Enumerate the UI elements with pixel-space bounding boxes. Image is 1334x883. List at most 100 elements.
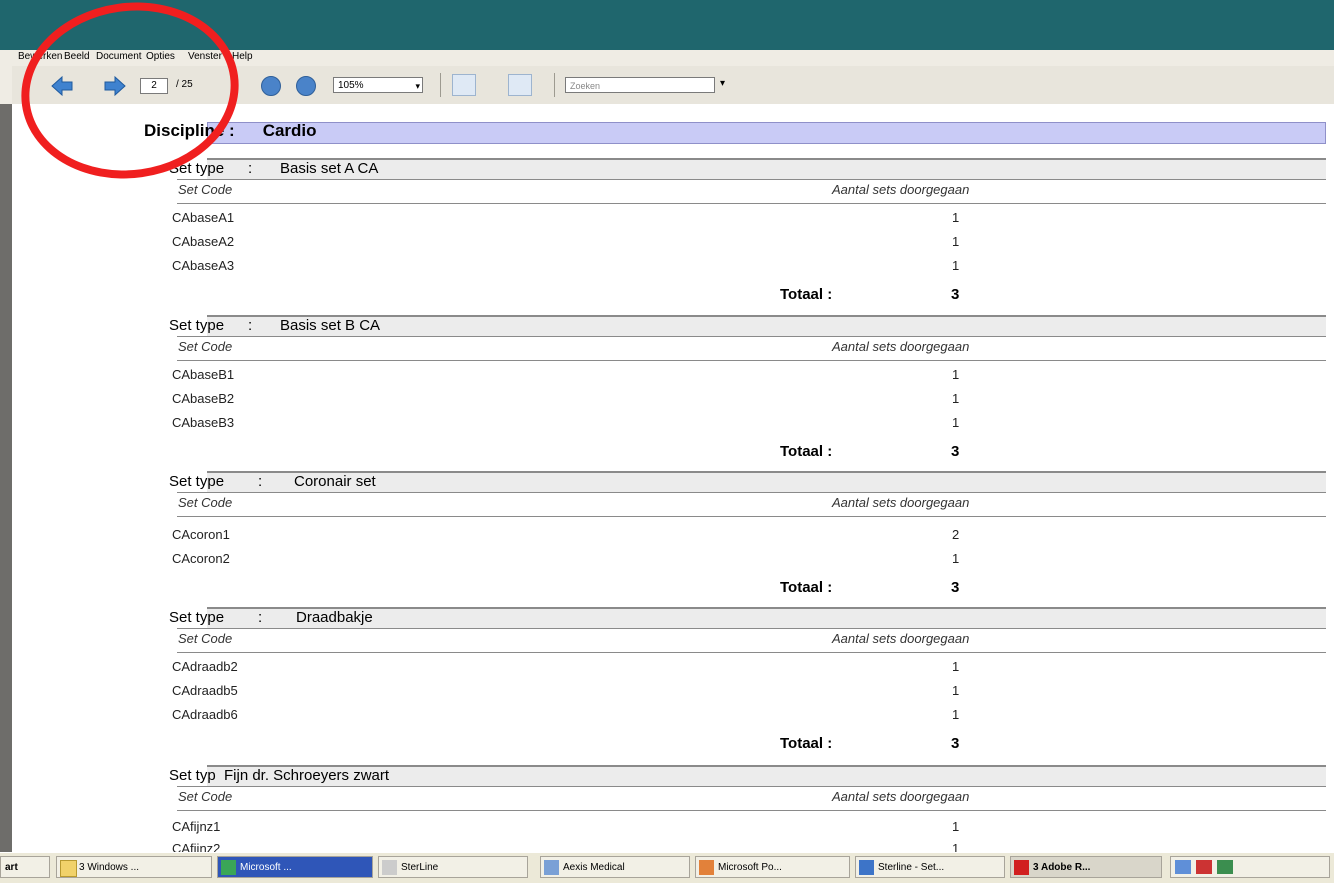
divider xyxy=(177,492,1326,493)
set-count: 1 xyxy=(952,391,960,406)
taskbar-item-sterline[interactable]: SterLine xyxy=(378,856,528,878)
taskbar-item-label: Aexis Medical xyxy=(563,862,625,873)
set-type-sep: : xyxy=(248,317,253,334)
tray-icon[interactable] xyxy=(1216,860,1233,874)
set-type-sep: : xyxy=(248,160,253,177)
menu-venster[interactable]: Venster xyxy=(188,51,222,62)
menu-help[interactable]: Help xyxy=(232,51,253,62)
tray-icon[interactable] xyxy=(1195,860,1212,874)
start-button[interactable]: art xyxy=(0,856,50,878)
set-count: 1 xyxy=(952,819,960,834)
col-count: Aantal sets doorgegaan xyxy=(832,631,970,646)
set-type-label: Set typ xyxy=(169,767,216,784)
set-code: CAcoron2 xyxy=(172,551,230,566)
set-code: CAbaseB1 xyxy=(172,367,235,382)
app-icon xyxy=(221,860,236,875)
set-count: 1 xyxy=(952,234,960,249)
powerpoint-icon xyxy=(699,860,714,875)
zoom-in-icon[interactable] xyxy=(296,76,316,96)
divider xyxy=(177,179,1326,180)
taskbar-item-sterline-set[interactable]: Sterline - Set... xyxy=(855,856,1005,878)
set-type-label: Set type xyxy=(169,317,225,334)
taskbar-item-label: Microsoft Po... xyxy=(718,862,782,873)
fit-width-icon[interactable] xyxy=(452,74,476,96)
taskbar-item-label: SterLine xyxy=(401,862,439,873)
adobe-icon xyxy=(1014,860,1029,875)
toolbar-divider xyxy=(440,73,441,97)
total-value: 3 xyxy=(951,286,960,303)
mail-icon[interactable] xyxy=(1175,860,1191,874)
zoom-value: 105% xyxy=(338,80,364,91)
set-count: 1 xyxy=(952,841,960,852)
set-count: 1 xyxy=(952,415,960,430)
set-type-name: Coronair set xyxy=(294,473,376,490)
taskbar-item-aexis[interactable]: Aexis Medical xyxy=(540,856,690,878)
total-label: Totaal : xyxy=(780,286,833,303)
section-header-band xyxy=(207,607,1326,628)
taskbar-item-adobe[interactable]: 3 Adobe R... xyxy=(1010,856,1162,878)
page-number-input[interactable]: 2 xyxy=(140,78,168,94)
folder-icon xyxy=(60,860,77,877)
divider xyxy=(177,810,1326,811)
menu-bar: nd Bewerken Beeld Document Opties Venste… xyxy=(0,50,1334,66)
taskbar-item-microsoft[interactable]: Microsoft ... xyxy=(217,856,373,878)
divider xyxy=(177,336,1326,337)
menu-bewerken[interactable]: Bewerken xyxy=(18,51,62,62)
next-page-icon[interactable] xyxy=(103,75,127,97)
set-count: 1 xyxy=(952,659,960,674)
previous-page-icon[interactable] xyxy=(50,75,74,97)
col-set-code: Set Code xyxy=(178,495,233,510)
set-type-label: Set type xyxy=(169,160,225,177)
set-code: CAbaseA3 xyxy=(172,258,235,273)
set-type-name: Basis set A CA xyxy=(280,160,379,177)
zoom-out-icon[interactable] xyxy=(261,76,281,96)
app-icon xyxy=(382,860,397,875)
taskbar-item-powerpoint[interactable]: Microsoft Po... xyxy=(695,856,850,878)
left-strip xyxy=(0,50,12,104)
full-screen-icon[interactable] xyxy=(508,74,532,96)
menu-opties[interactable]: Opties xyxy=(146,51,175,62)
taskbar-item-label: 3 Windows ... xyxy=(79,862,140,873)
set-code: CAcoron1 xyxy=(172,527,230,542)
set-code: CAfijnz1 xyxy=(172,819,221,834)
set-count: 1 xyxy=(952,683,960,698)
navigation-panel[interactable] xyxy=(0,104,12,852)
set-code: CAbaseA2 xyxy=(172,234,235,249)
set-type-name: Draadbakje xyxy=(296,609,373,626)
taskbar-item-windows[interactable]: 3 Windows ... xyxy=(56,856,212,878)
col-count: Aantal sets doorgegaan xyxy=(832,789,970,804)
set-type-name: Basis set B CA xyxy=(280,317,381,334)
set-count: 1 xyxy=(952,258,960,273)
set-count: 1 xyxy=(952,551,960,566)
col-set-code: Set Code xyxy=(178,631,233,646)
total-value: 3 xyxy=(951,579,960,596)
menu-document[interactable]: Document xyxy=(96,51,142,62)
set-code: CAdraadb2 xyxy=(172,659,238,674)
divider xyxy=(177,786,1326,787)
chevron-down-icon[interactable]: ▾ xyxy=(720,78,725,89)
taskbar: art 3 Windows ... Microsoft ... SterLine… xyxy=(0,852,1334,883)
divider xyxy=(177,203,1326,204)
set-type-label: Set type xyxy=(169,609,225,626)
total-label: Totaal : xyxy=(780,735,833,752)
discipline-band xyxy=(207,122,1326,144)
discipline-value: Cardio xyxy=(262,121,317,140)
set-type-sep: : xyxy=(258,609,263,626)
set-type-label: Set type xyxy=(169,473,225,490)
set-code: CAdraadb5 xyxy=(172,683,238,698)
page-total: / 25 xyxy=(176,79,193,90)
menu-beeld[interactable]: Beeld xyxy=(64,51,90,62)
taskbar-item-label: 3 Adobe R... xyxy=(1033,862,1091,873)
system-tray[interactable] xyxy=(1170,856,1330,878)
divider xyxy=(177,652,1326,653)
col-count: Aantal sets doorgegaan xyxy=(832,182,970,197)
set-type-sep: : xyxy=(258,473,263,490)
divider xyxy=(177,628,1326,629)
zoom-select[interactable]: 105% ▾ xyxy=(333,77,423,93)
col-set-code: Set Code xyxy=(178,182,233,197)
app-icon xyxy=(544,860,559,875)
set-type-name: Fijn dr. Schroeyers zwart xyxy=(224,767,390,784)
window-frame-top xyxy=(0,0,1334,50)
search-input[interactable]: Zoeken xyxy=(565,77,715,93)
set-code: CAfijnz2 xyxy=(172,841,221,852)
